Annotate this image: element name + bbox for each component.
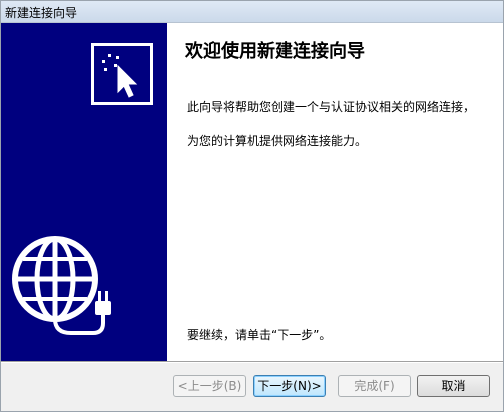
cancel-button[interactable]: 取消	[417, 375, 490, 397]
finish-button[interactable]: 完成(F)	[338, 375, 411, 397]
next-button[interactable]: 下一步(N)>	[253, 375, 326, 397]
globe-network-plug-icon	[12, 236, 111, 335]
wizard-window: 新建连接向导 欢迎使用新建连接向导 此向导将帮助您创建一个与认证协议相关的网络连…	[0, 0, 504, 412]
description-line-2: 为您的计算机提供网络连接能力。	[187, 134, 368, 148]
page-heading: 欢迎使用新建连接向导	[185, 41, 365, 62]
button-separator	[1, 361, 503, 363]
wizard-sidebar	[1, 23, 167, 361]
continue-hint: 要继续，请单击“下一步”。	[187, 328, 332, 342]
window-title: 新建连接向导	[5, 6, 78, 20]
wizard-content: 欢迎使用新建连接向导 此向导将帮助您创建一个与认证协议相关的网络连接， 为您的计…	[1, 23, 503, 361]
title-bar[interactable]: 新建连接向导	[1, 1, 503, 23]
wizard-text-area: 欢迎使用新建连接向导 此向导将帮助您创建一个与认证协议相关的网络连接， 为您的计…	[167, 23, 503, 361]
cursor-click-icon	[91, 43, 153, 105]
back-button[interactable]: <上一步(B)	[173, 375, 246, 397]
description-line-1: 此向导将帮助您创建一个与认证协议相关的网络连接，	[187, 100, 476, 114]
